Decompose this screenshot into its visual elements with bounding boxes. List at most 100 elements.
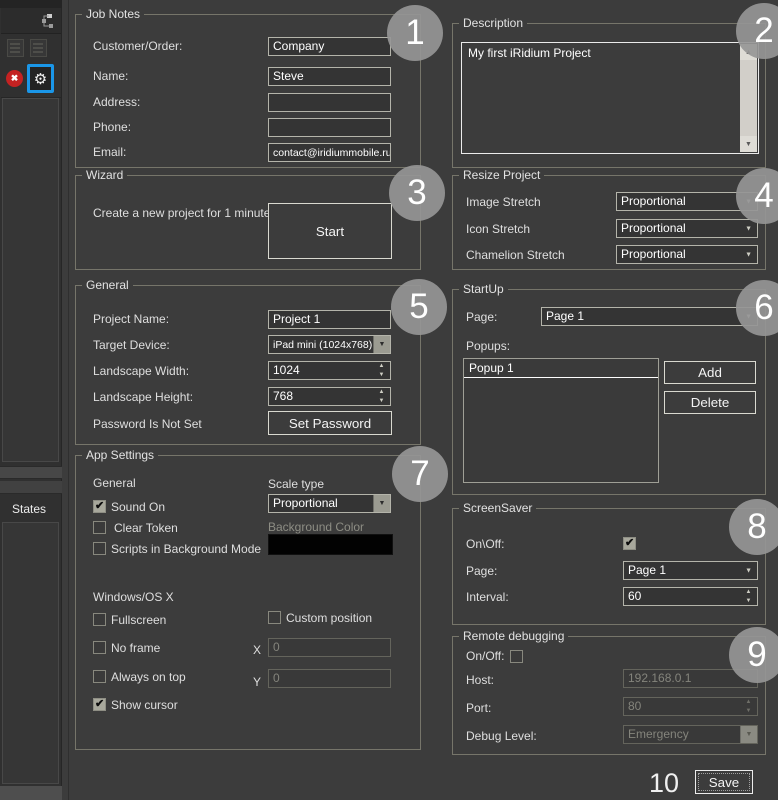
interval-stepper[interactable]: 60 ▲ ▼ bbox=[623, 587, 758, 606]
annotation-circle-7: 7 bbox=[392, 446, 448, 502]
landscape-height-value: 768 bbox=[273, 389, 294, 403]
description-scrollbar[interactable]: ▲ ▼ bbox=[740, 44, 757, 152]
windows-osx-sublabel: Windows/OS X bbox=[93, 590, 174, 604]
export-page-icon[interactable] bbox=[30, 39, 47, 57]
list-item[interactable]: Popup 1 bbox=[464, 359, 658, 378]
scripts-background-label: Scripts in Background Mode bbox=[111, 542, 262, 556]
chevron-down-icon[interactable]: ▼ bbox=[373, 495, 390, 512]
popups-listbox[interactable]: Popup 1 bbox=[463, 358, 659, 483]
target-device-dropdown[interactable]: iPad mini (1024x768) ▼ bbox=[268, 335, 391, 354]
scroll-down-icon[interactable]: ▼ bbox=[740, 136, 757, 152]
sound-on-checkbox[interactable] bbox=[93, 499, 106, 513]
job-notes-group: Job Notes Customer/Order: Company Name: … bbox=[75, 7, 421, 168]
remote-debugging-group: Remote debugging On/Off: Host: 192.168.0… bbox=[452, 629, 766, 755]
close-project-icon[interactable]: ✖ bbox=[6, 70, 23, 87]
no-frame-checkbox[interactable] bbox=[93, 641, 106, 654]
y-coordinate-label: Y bbox=[253, 675, 262, 689]
icon-stretch-label: Icon Stretch bbox=[466, 222, 531, 236]
address-input[interactable] bbox=[268, 93, 391, 112]
tree-structure-icon[interactable] bbox=[41, 13, 55, 29]
wizard-start-button[interactable]: Start bbox=[268, 203, 392, 259]
port-stepper[interactable]: 80 ▲ ▼ bbox=[623, 697, 758, 716]
description-textarea[interactable]: My first iRidium Project ▲ ▼ bbox=[461, 42, 759, 154]
wizard-caption: Create a new project for 1 minute bbox=[93, 206, 271, 220]
chamelion-stretch-label: Chamelion Stretch bbox=[466, 248, 565, 262]
x-coordinate-label: X bbox=[253, 643, 262, 657]
background-color-swatch[interactable] bbox=[268, 534, 393, 555]
fullscreen-checkbox[interactable] bbox=[93, 613, 106, 626]
landscape-width-value: 1024 bbox=[273, 363, 300, 377]
customer-order-input[interactable]: Company bbox=[268, 37, 391, 56]
annotation-circle-5: 5 bbox=[391, 279, 447, 335]
sidebar-top-strip bbox=[0, 0, 62, 8]
name-input[interactable]: Steve bbox=[268, 67, 391, 86]
show-cursor-label: Show cursor bbox=[111, 698, 178, 712]
spinner-arrows-icon: ▲ ▼ bbox=[745, 699, 752, 714]
debug-onoff-checkbox[interactable] bbox=[510, 650, 523, 663]
always-on-top-label: Always on top bbox=[111, 670, 186, 684]
interval-value: 60 bbox=[628, 589, 642, 603]
states-label: States bbox=[12, 502, 47, 516]
scale-type-dropdown[interactable]: Proportional ▼ bbox=[268, 494, 391, 513]
popup-delete-button[interactable]: Delete bbox=[664, 391, 756, 414]
chevron-down-icon: ▼ bbox=[740, 726, 757, 743]
popups-label: Popups: bbox=[466, 339, 511, 353]
startup-page-value: Page 1 bbox=[546, 309, 585, 323]
annotation-circle-8: 8 bbox=[729, 499, 778, 555]
email-input[interactable]: contact@iridiummobile.ru bbox=[268, 143, 391, 162]
landscape-height-label: Landscape Height: bbox=[93, 390, 194, 404]
resize-project-title: Resize Project bbox=[459, 168, 545, 182]
x-coordinate-input[interactable]: 0 bbox=[268, 638, 391, 657]
chamelion-stretch-dropdown[interactable]: Proportional ▼ bbox=[616, 245, 758, 264]
email-label: Email: bbox=[93, 145, 127, 159]
screensaver-title: ScreenSaver bbox=[459, 501, 537, 515]
screensaver-page-dropdown[interactable]: Page 1 ▼ bbox=[623, 561, 758, 580]
chevron-down-icon: ▼ bbox=[745, 567, 752, 574]
wizard-group: Wizard Create a new project for 1 minute… bbox=[75, 168, 421, 270]
sidebar-toolbar-row bbox=[1, 36, 61, 62]
screensaver-page-label: Page: bbox=[466, 564, 498, 578]
scripts-background-checkbox[interactable] bbox=[93, 542, 106, 555]
sidebar-divider-2[interactable] bbox=[0, 481, 62, 494]
description-title: Description bbox=[459, 16, 528, 30]
port-value: 80 bbox=[628, 699, 642, 713]
custom-position-checkbox[interactable] bbox=[268, 611, 281, 624]
screensaver-page-value: Page 1 bbox=[628, 563, 667, 577]
sidebar-divider-1[interactable] bbox=[0, 466, 62, 479]
custom-position-label: Custom position bbox=[286, 611, 373, 625]
states-panel-header[interactable]: States bbox=[0, 497, 62, 521]
popup-add-button[interactable]: Add bbox=[664, 361, 756, 384]
show-cursor-checkbox[interactable] bbox=[93, 697, 106, 711]
app-general-sublabel: General bbox=[93, 476, 136, 490]
chevron-down-icon: ▼ bbox=[745, 225, 752, 232]
phone-label: Phone: bbox=[93, 120, 132, 134]
landscape-height-stepper[interactable]: 768 ▲ ▼ bbox=[268, 387, 391, 406]
fullscreen-label: Fullscreen bbox=[111, 613, 167, 627]
general-title: General bbox=[82, 278, 133, 292]
spinner-arrows-icon[interactable]: ▲ ▼ bbox=[742, 588, 755, 605]
always-on-top-checkbox[interactable] bbox=[93, 670, 106, 683]
spinner-arrows-icon[interactable]: ▲ ▼ bbox=[375, 388, 388, 405]
phone-input[interactable] bbox=[268, 118, 391, 137]
job-notes-title: Job Notes bbox=[82, 7, 145, 21]
y-coordinate-input[interactable]: 0 bbox=[268, 669, 391, 688]
sidebar-upper-panel bbox=[2, 98, 59, 462]
icon-stretch-dropdown[interactable]: Proportional ▼ bbox=[616, 219, 758, 238]
document-edit-icon[interactable] bbox=[7, 39, 24, 57]
landscape-width-stepper[interactable]: 1024 ▲ ▼ bbox=[268, 361, 391, 380]
set-password-button[interactable]: Set Password bbox=[268, 411, 392, 435]
startup-page-dropdown[interactable]: Page 1 ▼ bbox=[541, 307, 758, 326]
startup-title: StartUp bbox=[459, 282, 508, 296]
landscape-width-label: Landscape Width: bbox=[93, 364, 190, 378]
project-settings-gear-icon[interactable]: ⚙ bbox=[27, 64, 54, 93]
screensaver-onoff-checkbox[interactable] bbox=[623, 536, 636, 550]
project-name-input[interactable]: Project 1 bbox=[268, 310, 391, 329]
screensaver-onoff-label: On\Off: bbox=[466, 537, 505, 551]
spinner-arrows-icon[interactable]: ▲ ▼ bbox=[375, 362, 388, 379]
clear-token-checkbox[interactable] bbox=[93, 521, 106, 534]
no-frame-label: No frame bbox=[111, 641, 161, 655]
debug-level-dropdown[interactable]: Emergency ▼ bbox=[623, 725, 758, 744]
chevron-down-icon[interactable]: ▼ bbox=[373, 336, 390, 353]
save-button[interactable]: Save bbox=[695, 770, 753, 794]
annotation-circle-3: 3 bbox=[389, 165, 445, 221]
